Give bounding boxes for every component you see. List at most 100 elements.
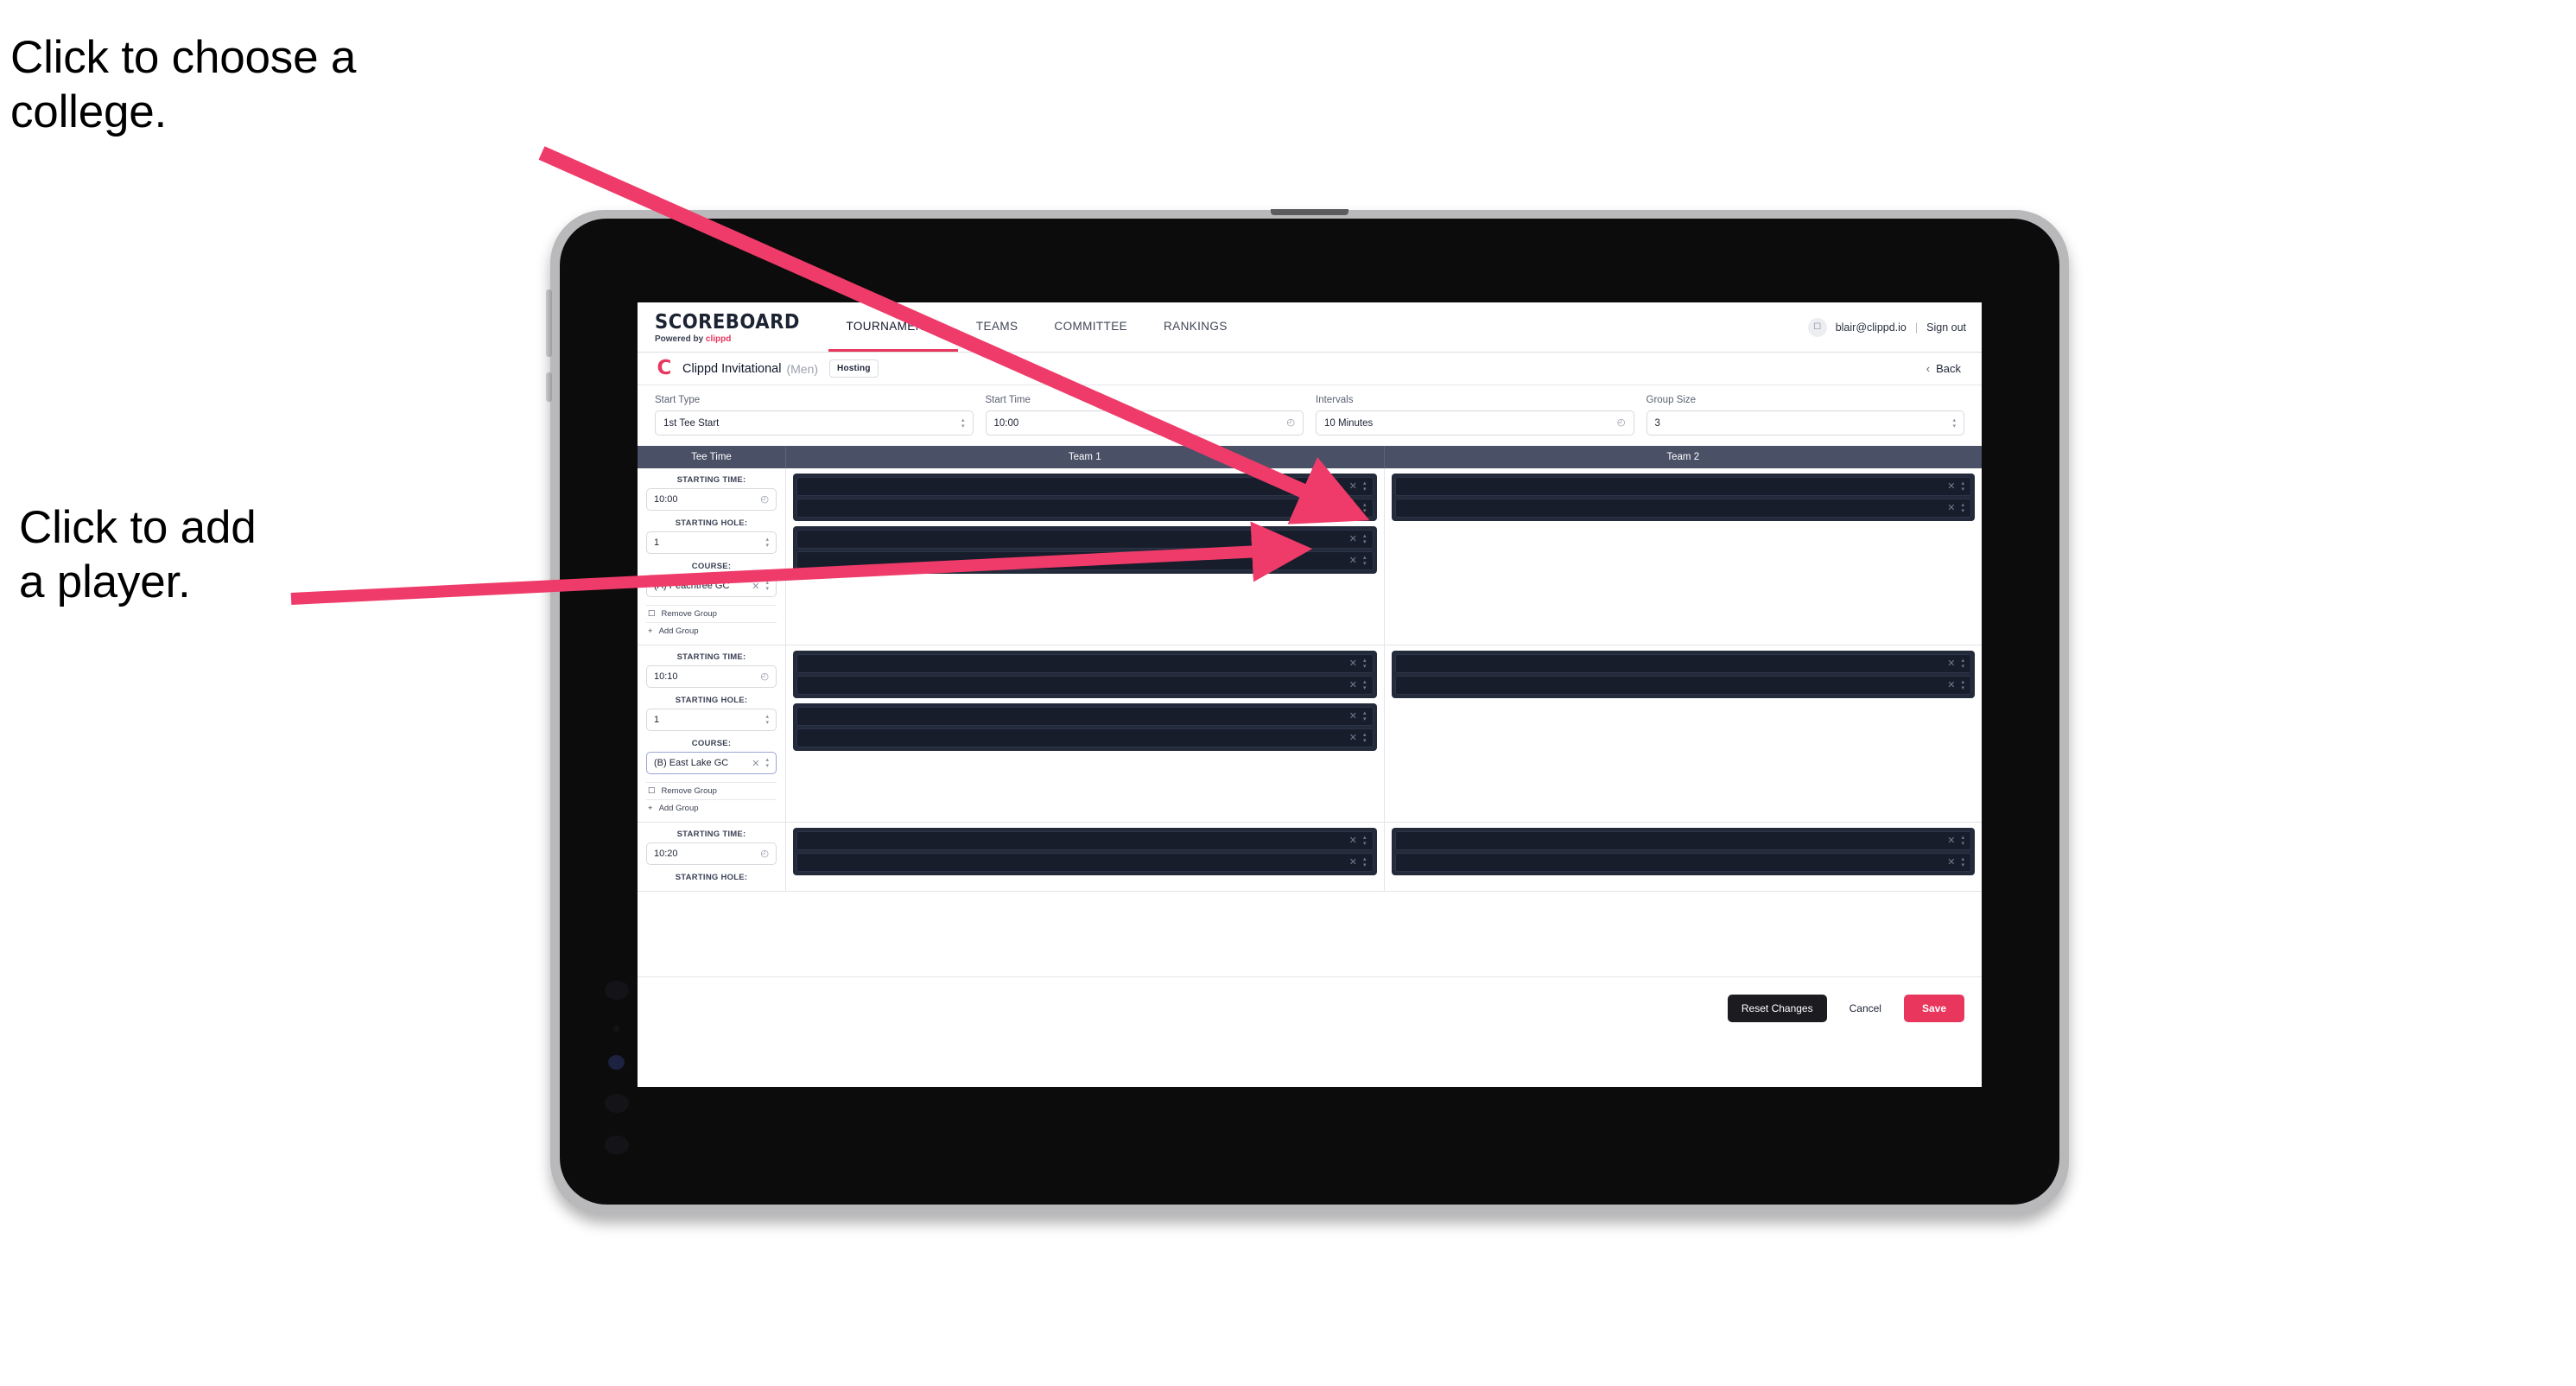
top-navigation-bar: SCOREBOARD Powered by clippd TOURNAMENTS…	[638, 302, 1982, 353]
starting-hole-field[interactable]: 1 ▴ ▾	[646, 709, 777, 731]
player-row[interactable]: ✕ ▴ ▾	[796, 728, 1374, 747]
player-row[interactable]: ✕ ▴ ▾	[796, 831, 1374, 850]
x-icon[interactable]: ✕	[1349, 658, 1357, 669]
x-icon[interactable]: ✕	[1349, 711, 1357, 722]
player-group-card: ✕ ▴ ▾ ✕ ▴ ▾	[1391, 828, 1975, 875]
course-field-value: (A) Peachtree GC	[654, 581, 730, 591]
starting-time-field-value: 10:10	[654, 671, 678, 682]
form-footer: Reset Changes Cancel Save	[638, 976, 1982, 1039]
player-row[interactable]: ✕ ▴ ▾	[796, 707, 1374, 726]
stepper-icon: ▴ ▾	[1362, 732, 1367, 744]
brand-logo[interactable]: SCOREBOARD Powered by clippd	[638, 302, 828, 352]
x-icon[interactable]: ✕	[1947, 503, 1955, 513]
x-icon[interactable]: ✕	[1349, 836, 1357, 846]
stepper-icon: ▴ ▾	[1362, 502, 1367, 514]
starting-time-field[interactable]: 10:20 ◴	[646, 842, 777, 865]
plus-icon: +	[648, 626, 653, 636]
start-type-field[interactable]: 1st Tee Start ▴ ▾	[655, 410, 974, 436]
tournament-bar: C Clippd Invitational (Men) Hosting ‹ Ba…	[638, 353, 1982, 385]
player-row[interactable]: ✕ ▴ ▾	[796, 499, 1374, 518]
starting-time-field[interactable]: 10:00 ◴	[646, 488, 777, 511]
app-viewport: SCOREBOARD Powered by clippd TOURNAMENTS…	[638, 302, 1982, 1087]
x-icon[interactable]: ✕	[752, 581, 759, 592]
group-size-value: 3	[1654, 417, 1660, 429]
column-header-team-2: Team 2	[1666, 452, 1700, 462]
player-row[interactable]: ✕ ▴ ▾	[1394, 499, 1971, 518]
course-field-value: (B) East Lake GC	[654, 758, 729, 768]
reset-changes-button[interactable]: Reset Changes	[1727, 994, 1827, 1022]
remove-group-button[interactable]: ☐ Remove Group	[646, 605, 777, 622]
remove-group-label: Remove Group	[661, 609, 717, 619]
stepper-icon: ▴ ▾	[1961, 480, 1964, 493]
nav-item-tournaments[interactable]: TOURNAMENTS	[828, 302, 958, 352]
x-icon[interactable]: ✕	[1349, 857, 1357, 868]
start-time-field[interactable]: 10:00 ◴	[985, 410, 1304, 436]
tee-time-group: STARTING TIME: 10:20 ◴ STARTING HOLE: ✕ ▴ ▾ ✕ ▴ ▾…	[638, 823, 1982, 892]
player-row[interactable]: ✕ ▴ ▾	[1394, 477, 1971, 496]
user-icon[interactable]: ☐	[1807, 317, 1827, 337]
tablet-volume-button[interactable]	[546, 289, 552, 357]
stepper-icon: ▴ ▾	[1362, 658, 1367, 670]
x-icon[interactable]: ✕	[1947, 658, 1955, 669]
tee-time-cell: STARTING TIME: 10:10 ◴ STARTING HOLE: 1 ▴ ▾ COU…	[638, 645, 786, 822]
brand-tagline-clippd: clippd	[705, 334, 732, 344]
save-button[interactable]: Save	[1903, 994, 1964, 1022]
clock-icon: ◴	[760, 848, 769, 859]
x-icon[interactable]: ✕	[1349, 503, 1357, 513]
player-row[interactable]: ✕ ▴ ▾	[796, 530, 1374, 549]
stepper-icon: ▴ ▾	[1961, 856, 1964, 868]
stepper-icon: ▴ ▾	[1362, 710, 1367, 722]
x-icon[interactable]: ✕	[1349, 556, 1357, 566]
x-icon[interactable]: ✕	[1349, 680, 1357, 690]
stepper-icon: ▴ ▾	[1961, 679, 1964, 691]
player-row[interactable]: ✕ ▴ ▾	[1394, 654, 1971, 673]
nav-items: TOURNAMENTS TEAMS COMMITTEE RANKINGS	[828, 302, 1246, 352]
starting-hole-field-value: 1	[654, 715, 660, 725]
nav-item-rankings[interactable]: RANKINGS	[1145, 302, 1246, 352]
player-row[interactable]: ✕ ▴ ▾	[796, 551, 1374, 570]
trash-icon: ☐	[648, 609, 656, 619]
nav-item-committee[interactable]: COMMITTEE	[1036, 302, 1145, 352]
intervals-value: 10 Minutes	[1324, 417, 1374, 429]
sign-out-link[interactable]: Sign out	[1926, 321, 1966, 334]
player-row[interactable]: ✕ ▴ ▾	[796, 676, 1374, 695]
x-icon[interactable]: ✕	[1947, 857, 1955, 868]
x-icon[interactable]: ✕	[1947, 680, 1955, 690]
x-icon[interactable]: ✕	[752, 758, 759, 769]
x-icon[interactable]: ✕	[1947, 836, 1955, 846]
tee-time-cell: STARTING TIME: 10:00 ◴ STARTING HOLE: 1 ▴ ▾ COU…	[638, 468, 786, 645]
add-group-label: Add Group	[658, 626, 699, 636]
add-group-button[interactable]: + Add Group	[646, 799, 777, 817]
course-field[interactable]: (B) East Lake GC ✕ ▴ ▾	[646, 752, 777, 774]
x-icon[interactable]: ✕	[1349, 534, 1357, 544]
group-size-field[interactable]: 3 ▴ ▾	[1646, 410, 1964, 436]
player-row[interactable]: ✕ ▴ ▾	[1394, 853, 1971, 872]
schedule-table-body[interactable]: STARTING TIME: 10:00 ◴ STARTING HOLE: 1 ▴ ▾ COU…	[638, 468, 1982, 976]
x-icon[interactable]: ✕	[1349, 481, 1357, 492]
brand-wordmark: SCOREBOARD	[655, 310, 800, 334]
player-group-card: ✕ ▴ ▾ ✕ ▴ ▾	[1391, 474, 1975, 521]
course-field[interactable]: (A) Peachtree GC ✕ ▴ ▾	[646, 575, 777, 597]
player-row[interactable]: ✕ ▴ ▾	[796, 853, 1374, 872]
team2-cell: ✕ ▴ ▾ ✕ ▴ ▾	[1385, 645, 1983, 822]
player-row[interactable]: ✕ ▴ ▾	[1394, 676, 1971, 695]
player-row[interactable]: ✕ ▴ ▾	[796, 654, 1374, 673]
team1-cell: ✕ ▴ ▾ ✕ ▴ ▾ ✕ ▴ ▾ ✕ ▴ ▾	[786, 645, 1385, 822]
player-row[interactable]: ✕ ▴ ▾	[1394, 831, 1971, 850]
add-group-button[interactable]: + Add Group	[646, 622, 777, 639]
x-icon[interactable]: ✕	[1947, 481, 1955, 492]
remove-group-button[interactable]: ☐ Remove Group	[646, 782, 777, 799]
player-row[interactable]: ✕ ▴ ▾	[796, 477, 1374, 496]
cancel-button[interactable]: Cancel	[1839, 995, 1892, 1022]
schedule-controls: Start Type 1st Tee Start ▴ ▾ Start Time 10:00…	[638, 385, 1982, 446]
back-button[interactable]: ‹ Back	[1926, 362, 1964, 375]
starting-hole-label: STARTING HOLE:	[675, 696, 748, 705]
nav-item-teams[interactable]: TEAMS	[958, 302, 1037, 352]
starting-time-field[interactable]: 10:10 ◴	[646, 665, 777, 688]
tablet-power-button[interactable]	[546, 372, 552, 402]
clock-icon: ◴	[1286, 417, 1295, 428]
x-icon[interactable]: ✕	[1349, 733, 1357, 743]
intervals-field[interactable]: 10 Minutes ◴	[1316, 410, 1634, 436]
starting-hole-field[interactable]: 1 ▴ ▾	[646, 531, 777, 554]
team1-cell: ✕ ▴ ▾ ✕ ▴ ▾ ✕ ▴ ▾ ✕ ▴ ▾	[786, 468, 1385, 645]
